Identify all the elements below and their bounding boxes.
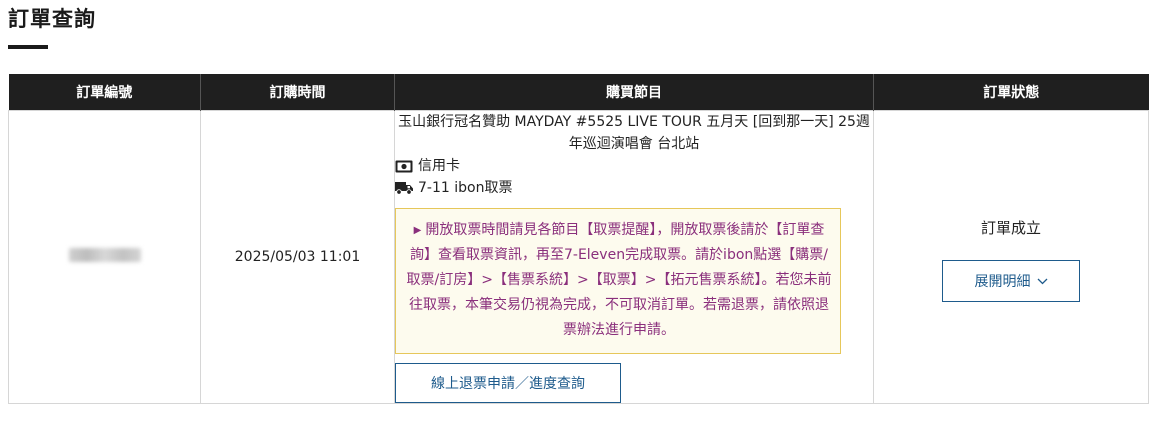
cash-icon: [395, 159, 413, 173]
program-name: 玉山銀行冠名贊助 MAYDAY #5525 LIVE TOUR 五月天 [回到那…: [398, 114, 870, 152]
order-status-cell: 訂單成立 展開明細: [873, 110, 1149, 404]
pickup-notice: ▶ 開放取票時間請見各節目【取票提醒】，開放取票後請於【訂單查詢】查看取票資訊，再…: [395, 208, 841, 354]
payment-method: 信用卡: [418, 158, 460, 174]
payment-method-line: 信用卡: [395, 155, 873, 177]
order-status: 訂單成立: [980, 218, 1041, 237]
order-time-cell: 2025/05/03 11:01: [200, 110, 395, 404]
header-order-status: 訂單狀態: [873, 74, 1149, 111]
header-order-time: 訂購時間: [200, 74, 395, 111]
table-header-row: 訂單編號 訂購時間 購買節目 訂單狀態: [8, 74, 1149, 111]
pickup-notice-text: 開放取票時間請見各節目【取票提醒】，開放取票後請於【訂單查詢】查看取票資訊，再至…: [406, 222, 832, 338]
pickup-method-line: 7-11 ibon取票: [395, 177, 873, 199]
pickup-method: 7-11 ibon取票: [418, 180, 513, 196]
orders-table: 訂單編號 訂購時間 購買節目 訂單狀態 2025/05/03 11:01 玉山銀…: [8, 74, 1149, 404]
page-title: 訂單查詢: [8, 7, 96, 31]
order-number-cell: [8, 110, 201, 404]
table-row: 2025/05/03 11:01 玉山銀行冠名贊助 MAYDAY #5525 L…: [8, 110, 1149, 404]
expand-details-label: 展開明細: [974, 273, 1031, 290]
header-program: 購買節目: [394, 74, 874, 111]
caret-right-icon: ▶: [413, 225, 422, 236]
title-underline: [8, 45, 48, 49]
program-cell: 玉山銀行冠名贊助 MAYDAY #5525 LIVE TOUR 五月天 [回到那…: [394, 110, 874, 404]
order-number-redacted: [68, 248, 141, 262]
truck-icon: [395, 181, 413, 195]
chevron-down-icon: [1037, 273, 1048, 289]
expand-details-button[interactable]: 展開明細: [942, 259, 1080, 302]
refund-request-button[interactable]: 線上退票申請／進度查詢: [395, 363, 621, 403]
order-time: 2025/05/03 11:01: [234, 249, 361, 265]
header-order-number: 訂單編號: [8, 74, 201, 111]
